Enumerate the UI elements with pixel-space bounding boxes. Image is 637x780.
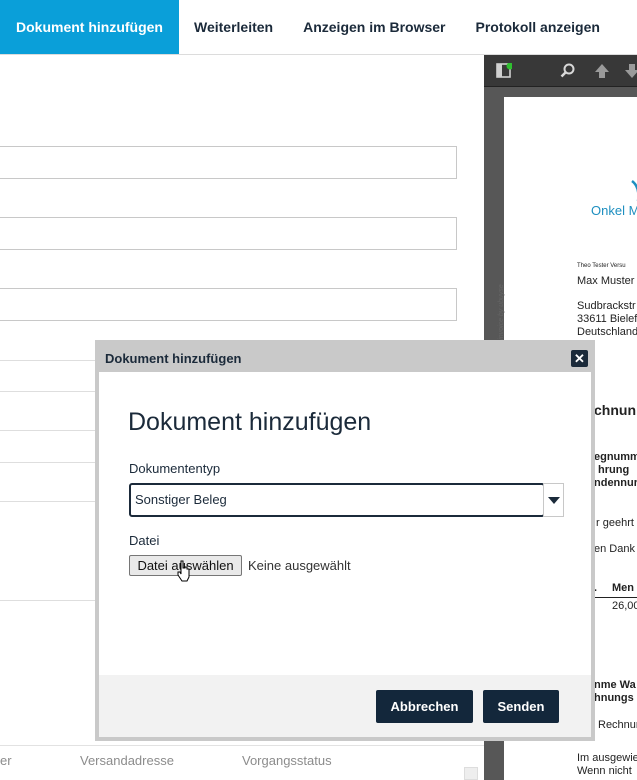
column-header-vorgangsstatus[interactable]: Vorgangsstatus xyxy=(242,753,332,768)
thanks-line: en Dank xyxy=(594,543,635,555)
dialog-title: Dokument hinzufügen xyxy=(128,408,372,436)
search-icon[interactable] xyxy=(560,63,576,84)
footer-line: nme Wa xyxy=(594,679,636,691)
pdf-toolbar xyxy=(484,55,637,87)
next-page-icon[interactable] xyxy=(624,63,637,84)
mouse-cursor-icon xyxy=(177,560,191,587)
column-header-versandadresse[interactable]: Versandadresse xyxy=(80,753,174,768)
add-document-dialog: Dokument hinzufügen ✕ Dokument hinzufüge… xyxy=(95,340,595,741)
file-label: Datei xyxy=(129,533,160,548)
table-value: 26,00 xyxy=(612,600,637,612)
tab-protokoll-anzeigen[interactable]: Protokoll anzeigen xyxy=(460,0,614,54)
top-navigation: Dokument hinzufügen Weiterleiten Anzeige… xyxy=(0,0,637,55)
invoice-heading: chnun xyxy=(594,402,636,418)
bottom-line: Im ausgewie xyxy=(577,752,637,764)
file-status: Keine ausgewählt xyxy=(248,558,351,573)
footer-line: hnungs xyxy=(594,692,634,704)
background-input-3[interactable] xyxy=(0,288,457,321)
background-input-1[interactable] xyxy=(0,146,457,179)
footer-line: Rechnun xyxy=(598,719,637,731)
chevron-down-icon[interactable] xyxy=(543,483,564,517)
background-table-header: er Versandadresse Vorgangsstatus xyxy=(0,745,484,780)
cancel-button[interactable]: Abbrechen xyxy=(376,690,473,723)
tab-anzeigen-im-browser[interactable]: Anzeigen im Browser xyxy=(288,0,460,54)
send-button[interactable]: Senden xyxy=(483,690,559,723)
background-input-2[interactable] xyxy=(0,217,457,250)
sender-line: Theo Tester Versu xyxy=(577,263,626,269)
tab-dokument-hinzufuegen[interactable]: Dokument hinzufügen xyxy=(0,0,179,54)
dialog-footer: Abbrechen Senden xyxy=(99,675,591,737)
logo-text: Onkel M xyxy=(591,203,637,218)
side-watermark: D invoice by ubuyse xyxy=(497,284,505,347)
recipient-city: 33611 Bielef xyxy=(577,313,637,325)
bottom-line: Wenn nicht xyxy=(577,765,632,777)
tab-weiterleiten[interactable]: Weiterleiten xyxy=(179,0,288,54)
close-icon[interactable]: ✕ xyxy=(571,350,588,367)
dialog-header: Dokument hinzufügen ✕ xyxy=(99,344,591,372)
recipient-name: Max Muster xyxy=(577,275,635,287)
recipient-street: Sudbrackstr xyxy=(577,300,636,312)
greeting-line: r geehrt xyxy=(596,517,634,529)
column-header[interactable]: er xyxy=(0,753,12,768)
meta-line: egnumm xyxy=(594,451,637,463)
doc-type-label: Dokumententyp xyxy=(129,461,221,476)
doc-type-select[interactable]: Sonstiger Beleg xyxy=(129,483,545,517)
recipient-country: Deutschland xyxy=(577,326,637,338)
meta-line: ndennur xyxy=(594,477,637,489)
table-header-cell: Men xyxy=(612,582,634,594)
dialog-header-title: Dokument hinzufügen xyxy=(105,351,242,366)
scrollbar[interactable] xyxy=(464,767,478,780)
meta-line: hrung xyxy=(598,464,630,476)
sidebar-toggle-icon[interactable] xyxy=(496,62,514,84)
previous-page-icon[interactable] xyxy=(594,63,610,84)
table-header-rule xyxy=(592,597,637,598)
